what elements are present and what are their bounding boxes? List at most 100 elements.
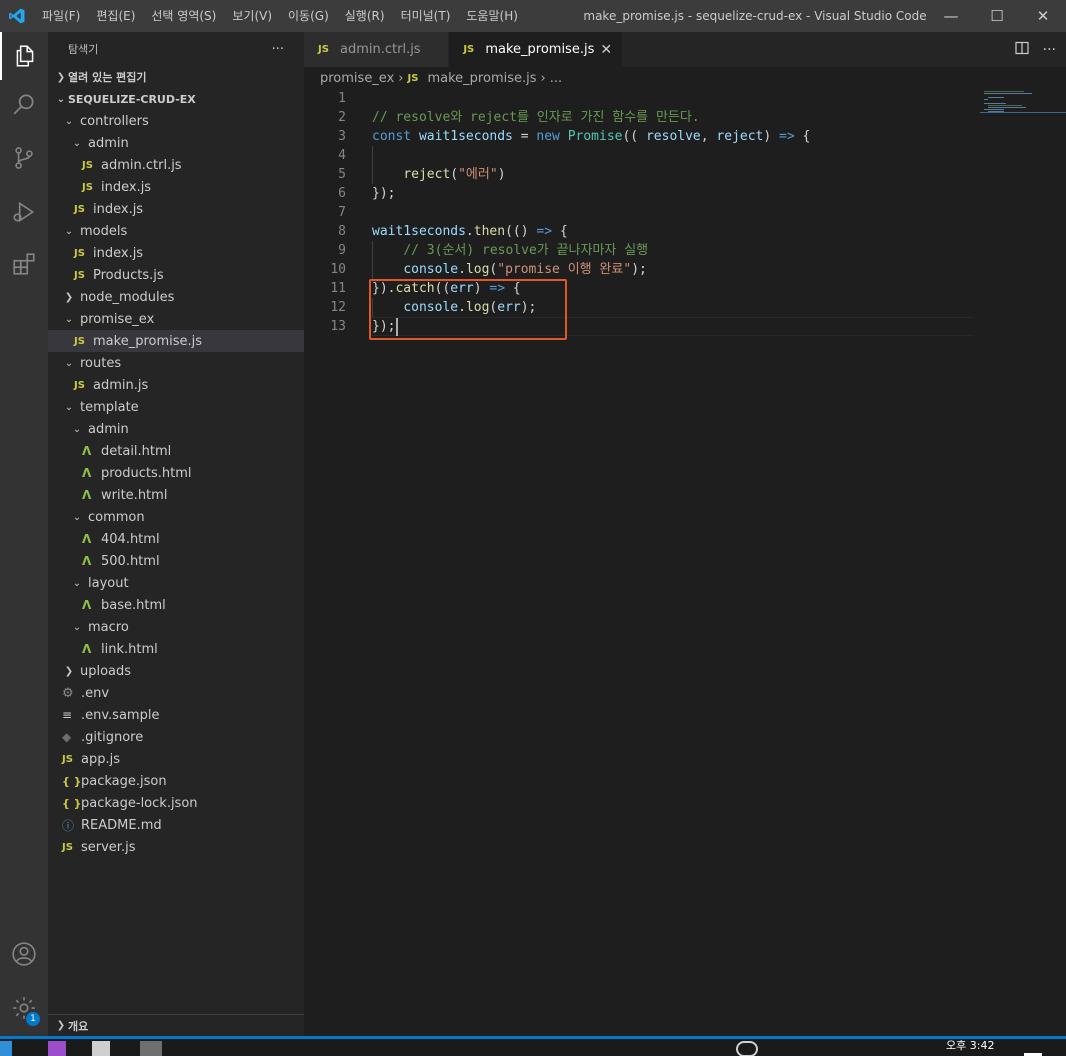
tree-folder[interactable]: ⌄ controllers [48,110,304,132]
menu-item[interactable]: 실행(R) [337,0,393,32]
code-line: 8 wait1seconds.then(() => { [304,222,984,241]
menu-bar: 파일(F) 편집(E) 선택 영역(S) 보기(V) 이동(G) 실행(R) 터미널(T) 도… [34,0,526,32]
tree-file[interactable]: JS Products.js [48,264,304,286]
tree-file[interactable]: Λwrite.html [48,484,304,506]
tree-file[interactable]: JS index.js [48,198,304,220]
tree-label: models [80,223,128,239]
more-actions-icon[interactable]: ··· [1043,42,1056,58]
line-text: }); [372,184,395,203]
explorer-icon[interactable] [0,32,48,80]
minimap-viewport[interactable] [980,89,1066,113]
menu-item[interactable]: 보기(V) [224,0,280,32]
tree-folder[interactable]: ⌄ macro [48,616,304,638]
start-icon[interactable] [0,1041,12,1056]
tree-folder[interactable]: ⌄ admin [48,418,304,440]
tree-folder[interactable]: ⌄ routes [48,352,304,374]
menu-item[interactable]: 도움말(H) [458,0,526,32]
tree-file[interactable]: ⓘ README.md [48,814,304,836]
tree-folder[interactable]: ⌄ models [48,220,304,242]
tree-file[interactable]: ⚙ .env [48,682,304,704]
tree-file[interactable]: Λbase.html [48,594,304,616]
window-title: make_promise.js - sequelize-crud-ex - Vi… [583,9,927,23]
settings-file-icon: ⚙ [62,685,74,701]
manage-gear-icon[interactable]: 1 [0,984,48,1032]
chevron-down-icon: ⌄ [72,137,82,149]
tree-folder[interactable]: ❯ node_modules [48,286,304,308]
taskbar-app-icon[interactable] [140,1041,162,1056]
extensions-icon[interactable] [0,240,48,288]
line-text: // 3(순서) resolve가 끝나자마자 실행 [372,241,648,260]
code-token: log [465,262,490,277]
tree-file[interactable]: JS admin.ctrl.js [48,154,304,176]
tree-file[interactable]: Λproducts.html [48,462,304,484]
tree-folder[interactable]: ❯ uploads [48,660,304,682]
tree-file[interactable]: ◆ .gitignore [48,726,304,748]
code-token: . [458,262,466,277]
line-number: 10 [330,262,346,277]
tree-file[interactable]: JS admin.js [48,374,304,396]
tree-file[interactable]: Λ 404.html [48,528,304,550]
tree-file[interactable]: { } package.json [48,770,304,792]
code-line: 9 // 3(순서) resolve가 끝나자마자 실행 [304,241,984,260]
text-file-icon: ≡ [62,708,73,722]
tab-admin-ctrl[interactable]: JS admin.ctrl.js ✕ [304,32,450,67]
close-window-button[interactable]: ✕ [1020,0,1066,32]
tab-make-promise[interactable]: JS make_promise.js ✕ [449,32,624,67]
code-line: 4 [304,146,984,165]
tree-label: .env.sample [81,707,160,723]
maximize-button[interactable]: ☐ [974,0,1020,32]
tree-file[interactable]: JS app.js [48,748,304,770]
project-section[interactable]: ⌄ SEQUELIZE-CRUD-EX [48,88,304,110]
menu-item[interactable]: 터미널(T) [393,0,459,32]
taskbar-app-icon[interactable] [92,1041,110,1056]
tree-file[interactable]: JS index.js [48,176,304,198]
menu-item[interactable]: 이동(G) [280,0,337,32]
tree-file[interactable]: { } package-lock.json [48,792,304,814]
menu-item[interactable]: 파일(F) [34,0,88,32]
run-debug-icon[interactable] [0,188,48,236]
line-number: 4 [338,148,346,163]
outline-section[interactable]: ❯ 개요 [48,1014,304,1036]
tree-folder[interactable]: ⌄ layout [48,572,304,594]
code-token: (() [505,224,537,239]
split-editor-icon[interactable] [1015,41,1029,59]
code-editor[interactable]: 1 2// resolve와 reject를 인자로 가진 함수를 만든다. 3 co… [304,89,1066,1036]
line-number: 5 [338,167,346,182]
taskbar-app-icon[interactable] [48,1041,66,1056]
tree-file[interactable]: Λ 500.html [48,550,304,572]
menu-item[interactable]: 편집(E) [88,0,143,32]
breadcrumb-file[interactable]: make_promise.js [427,71,536,86]
chevron-down-icon: ⌄ [64,357,74,369]
tree-label: 500.html [101,553,160,569]
line-number: 11 [330,281,346,296]
tree-folder[interactable]: ⌄ admin [48,132,304,154]
tree-folder[interactable]: ⌄ promise_ex [48,308,304,330]
open-editors-section[interactable]: ❯ 열려 있는 편집기 [48,66,304,88]
breadcrumb-symbols[interactable]: ... [550,71,562,86]
tray-icon[interactable] [736,1041,758,1056]
html-template-icon: Λ [82,444,92,458]
code-token: resolve [645,129,701,144]
menu-item[interactable]: 선택 영역(S) [143,0,224,32]
tree-file[interactable]: JS server.js [48,836,304,858]
tree-file[interactable]: JS index.js [48,242,304,264]
code-line: 7 [304,203,984,222]
code-token: // resolve와 reject를 인자로 가진 함수를 만든다. [372,110,700,125]
minimize-button[interactable]: — [928,0,974,32]
tree-file[interactable]: Λdetail.html [48,440,304,462]
source-control-icon[interactable] [0,134,48,182]
tree-file[interactable]: ≡ .env.sample [48,704,304,726]
tree-label: index.js [93,201,144,217]
account-icon[interactable] [0,930,48,978]
code-token: "promise 이행 완료" [497,262,632,277]
sidebar-header: 탐색기 ··· [48,32,304,66]
tree-file[interactable]: JS make_promise.js [48,330,304,352]
tree-folder[interactable]: ⌄ common [48,506,304,528]
editor-actions: ··· [1015,32,1056,67]
breadcrumb-folder[interactable]: promise_ex [320,71,394,86]
sidebar-more-button[interactable]: ··· [272,42,284,57]
tree-file[interactable]: Λlink.html [48,638,304,660]
close-tab-icon[interactable]: ✕ [600,42,612,58]
search-icon[interactable] [0,80,48,128]
tree-folder[interactable]: ⌄ template [48,396,304,418]
